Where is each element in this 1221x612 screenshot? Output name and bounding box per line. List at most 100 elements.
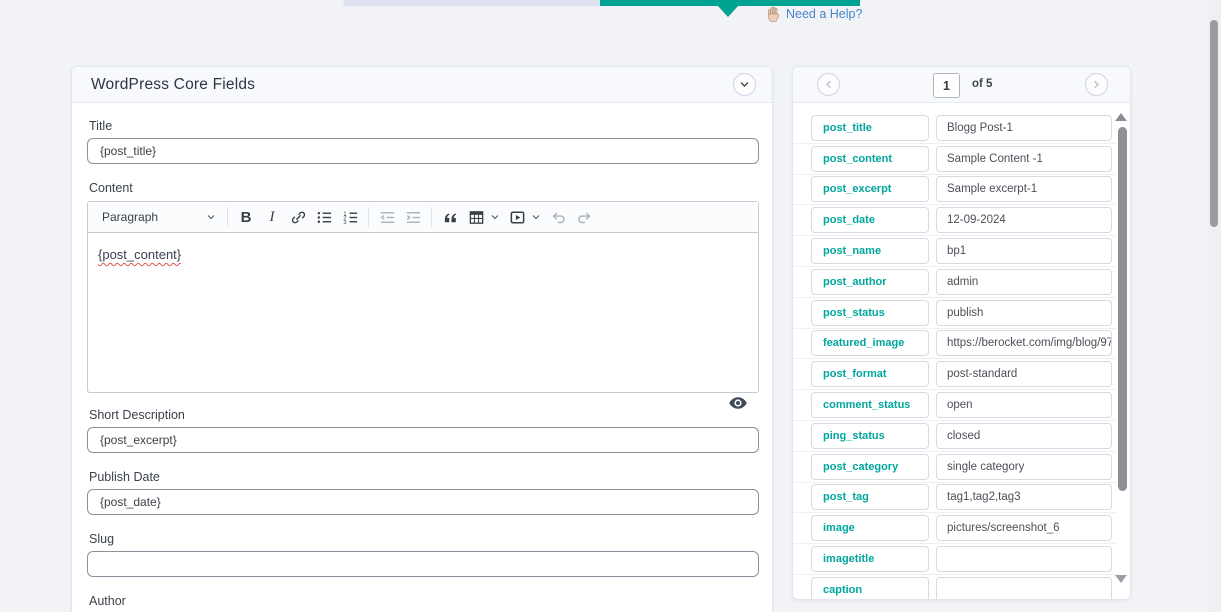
short-description-label: Short Description	[89, 408, 185, 422]
insert-table-button[interactable]	[463, 205, 489, 229]
field-value: https://berocket.com/img/blog/97001e	[936, 330, 1112, 356]
field-name[interactable]: imagetitle	[811, 546, 929, 572]
field-name[interactable]: post_format	[811, 361, 929, 387]
mapping-row: caption	[793, 575, 1116, 599]
chevron-right-icon	[1091, 79, 1102, 90]
field-name[interactable]: post_tag	[811, 484, 929, 510]
paragraph-label: Paragraph	[102, 210, 158, 224]
content-editor: Paragraph B I	[87, 201, 759, 393]
import-mapping-screen: Need a Help? WordPress Core Fields Title…	[0, 0, 1221, 612]
mapping-list: post_title Blogg Post-1 post_content Sam…	[793, 103, 1116, 599]
field-value: Sample Content -1	[936, 146, 1112, 172]
paragraph-dropdown[interactable]: Paragraph	[94, 205, 222, 229]
numbered-list-button[interactable]: 123	[337, 205, 363, 229]
field-name[interactable]: ping_status	[811, 423, 929, 449]
table-dropdown-caret[interactable]	[490, 212, 500, 222]
field-value: post-standard	[936, 361, 1112, 387]
field-value: Sample excerpt-1	[936, 176, 1112, 202]
collapse-panel-button[interactable]	[733, 73, 756, 96]
mapping-row: post_category single category	[793, 452, 1116, 483]
title-label: Title	[89, 119, 112, 133]
bold-button[interactable]: B	[233, 205, 259, 229]
mapping-row: post_title Blogg Post-1	[793, 113, 1116, 144]
field-name[interactable]: post_status	[811, 300, 929, 326]
field-value	[936, 546, 1112, 572]
field-name[interactable]: post_content	[811, 146, 929, 172]
chevron-down-icon	[206, 212, 216, 222]
field-name[interactable]: image	[811, 515, 929, 541]
mapping-row: post_name bp1	[793, 236, 1116, 267]
record-count-label: of 5	[972, 78, 992, 90]
field-value: admin	[936, 269, 1112, 295]
field-name[interactable]: post_author	[811, 269, 929, 295]
link-button[interactable]	[285, 205, 311, 229]
publish-date-input[interactable]	[87, 489, 759, 515]
page-scrollbar-track[interactable]	[1207, 0, 1221, 612]
content-placeholder-token: {post_content}	[98, 247, 181, 262]
chevron-left-icon	[823, 79, 834, 90]
mapping-row: post_author admin	[793, 267, 1116, 298]
link-icon	[290, 209, 307, 226]
field-name[interactable]: comment_status	[811, 392, 929, 418]
field-name[interactable]: post_name	[811, 238, 929, 264]
chevron-down-icon	[531, 212, 541, 222]
chevron-down-icon	[490, 212, 500, 222]
toolbar-divider	[431, 207, 432, 227]
bulleted-list-icon	[316, 209, 333, 226]
insert-media-button[interactable]	[504, 205, 530, 229]
mapping-row: post_tag tag1,tag2,tag3	[793, 483, 1116, 514]
need-help-link[interactable]: Need a Help?	[766, 6, 862, 22]
field-value: bp1	[936, 238, 1112, 264]
outdent-button[interactable]	[374, 205, 400, 229]
media-dropdown-caret[interactable]	[531, 212, 541, 222]
wordpress-core-fields-panel: WordPress Core Fields Title Content Para…	[71, 66, 773, 612]
indent-button[interactable]	[400, 205, 426, 229]
italic-button[interactable]: I	[259, 205, 285, 229]
field-value: Blogg Post-1	[936, 115, 1112, 141]
block-quote-button[interactable]	[437, 205, 463, 229]
bulleted-list-button[interactable]	[311, 205, 337, 229]
step-caret-icon	[718, 6, 738, 17]
field-value: tag1,tag2,tag3	[936, 484, 1112, 510]
field-name[interactable]: caption	[811, 577, 929, 599]
field-value	[936, 577, 1112, 599]
redo-icon	[576, 209, 593, 226]
slug-input[interactable]	[87, 551, 759, 577]
publish-date-label: Publish Date	[89, 470, 160, 484]
numbered-list-icon: 123	[342, 209, 359, 226]
mapping-row: post_format post-standard	[793, 359, 1116, 390]
short-description-input[interactable]	[87, 427, 759, 453]
field-name[interactable]: post_excerpt	[811, 176, 929, 202]
record-number-input[interactable]	[933, 73, 960, 98]
panel-scroll-down-icon[interactable]	[1115, 575, 1127, 583]
field-name[interactable]: featured_image	[811, 330, 929, 356]
toolbar-divider	[368, 207, 369, 227]
mapping-row: post_excerpt Sample excerpt-1	[793, 175, 1116, 206]
mapping-row: post_date 12-09-2024	[793, 205, 1116, 236]
field-value: publish	[936, 300, 1112, 326]
redo-button[interactable]	[571, 205, 597, 229]
preview-eye-icon[interactable]	[728, 396, 748, 412]
mapping-row: ping_status closed	[793, 421, 1116, 452]
next-record-button[interactable]	[1085, 73, 1108, 96]
mapping-row: imagetitle	[793, 544, 1116, 575]
field-name[interactable]: post_date	[811, 207, 929, 233]
indent-icon	[405, 209, 422, 226]
field-value: pictures/screenshot_6	[936, 515, 1112, 541]
hand-icon	[766, 6, 781, 22]
editor-content-area[interactable]: {post_content}	[88, 233, 758, 276]
field-name[interactable]: post_category	[811, 454, 929, 480]
mapping-row: post_status publish	[793, 298, 1116, 329]
field-name[interactable]: post_title	[811, 115, 929, 141]
right-panel-header: of 5	[793, 67, 1130, 103]
title-input[interactable]	[87, 138, 759, 164]
undo-icon	[550, 209, 567, 226]
prev-record-button[interactable]	[817, 73, 840, 96]
undo-button[interactable]	[545, 205, 571, 229]
page-scrollbar-thumb[interactable]	[1210, 20, 1218, 227]
field-value: closed	[936, 423, 1112, 449]
panel-scrollbar-thumb[interactable]	[1118, 127, 1127, 491]
left-panel-header: WordPress Core Fields	[72, 67, 772, 103]
panel-scroll-up-icon[interactable]	[1115, 113, 1127, 121]
panel-title: WordPress Core Fields	[91, 76, 255, 94]
